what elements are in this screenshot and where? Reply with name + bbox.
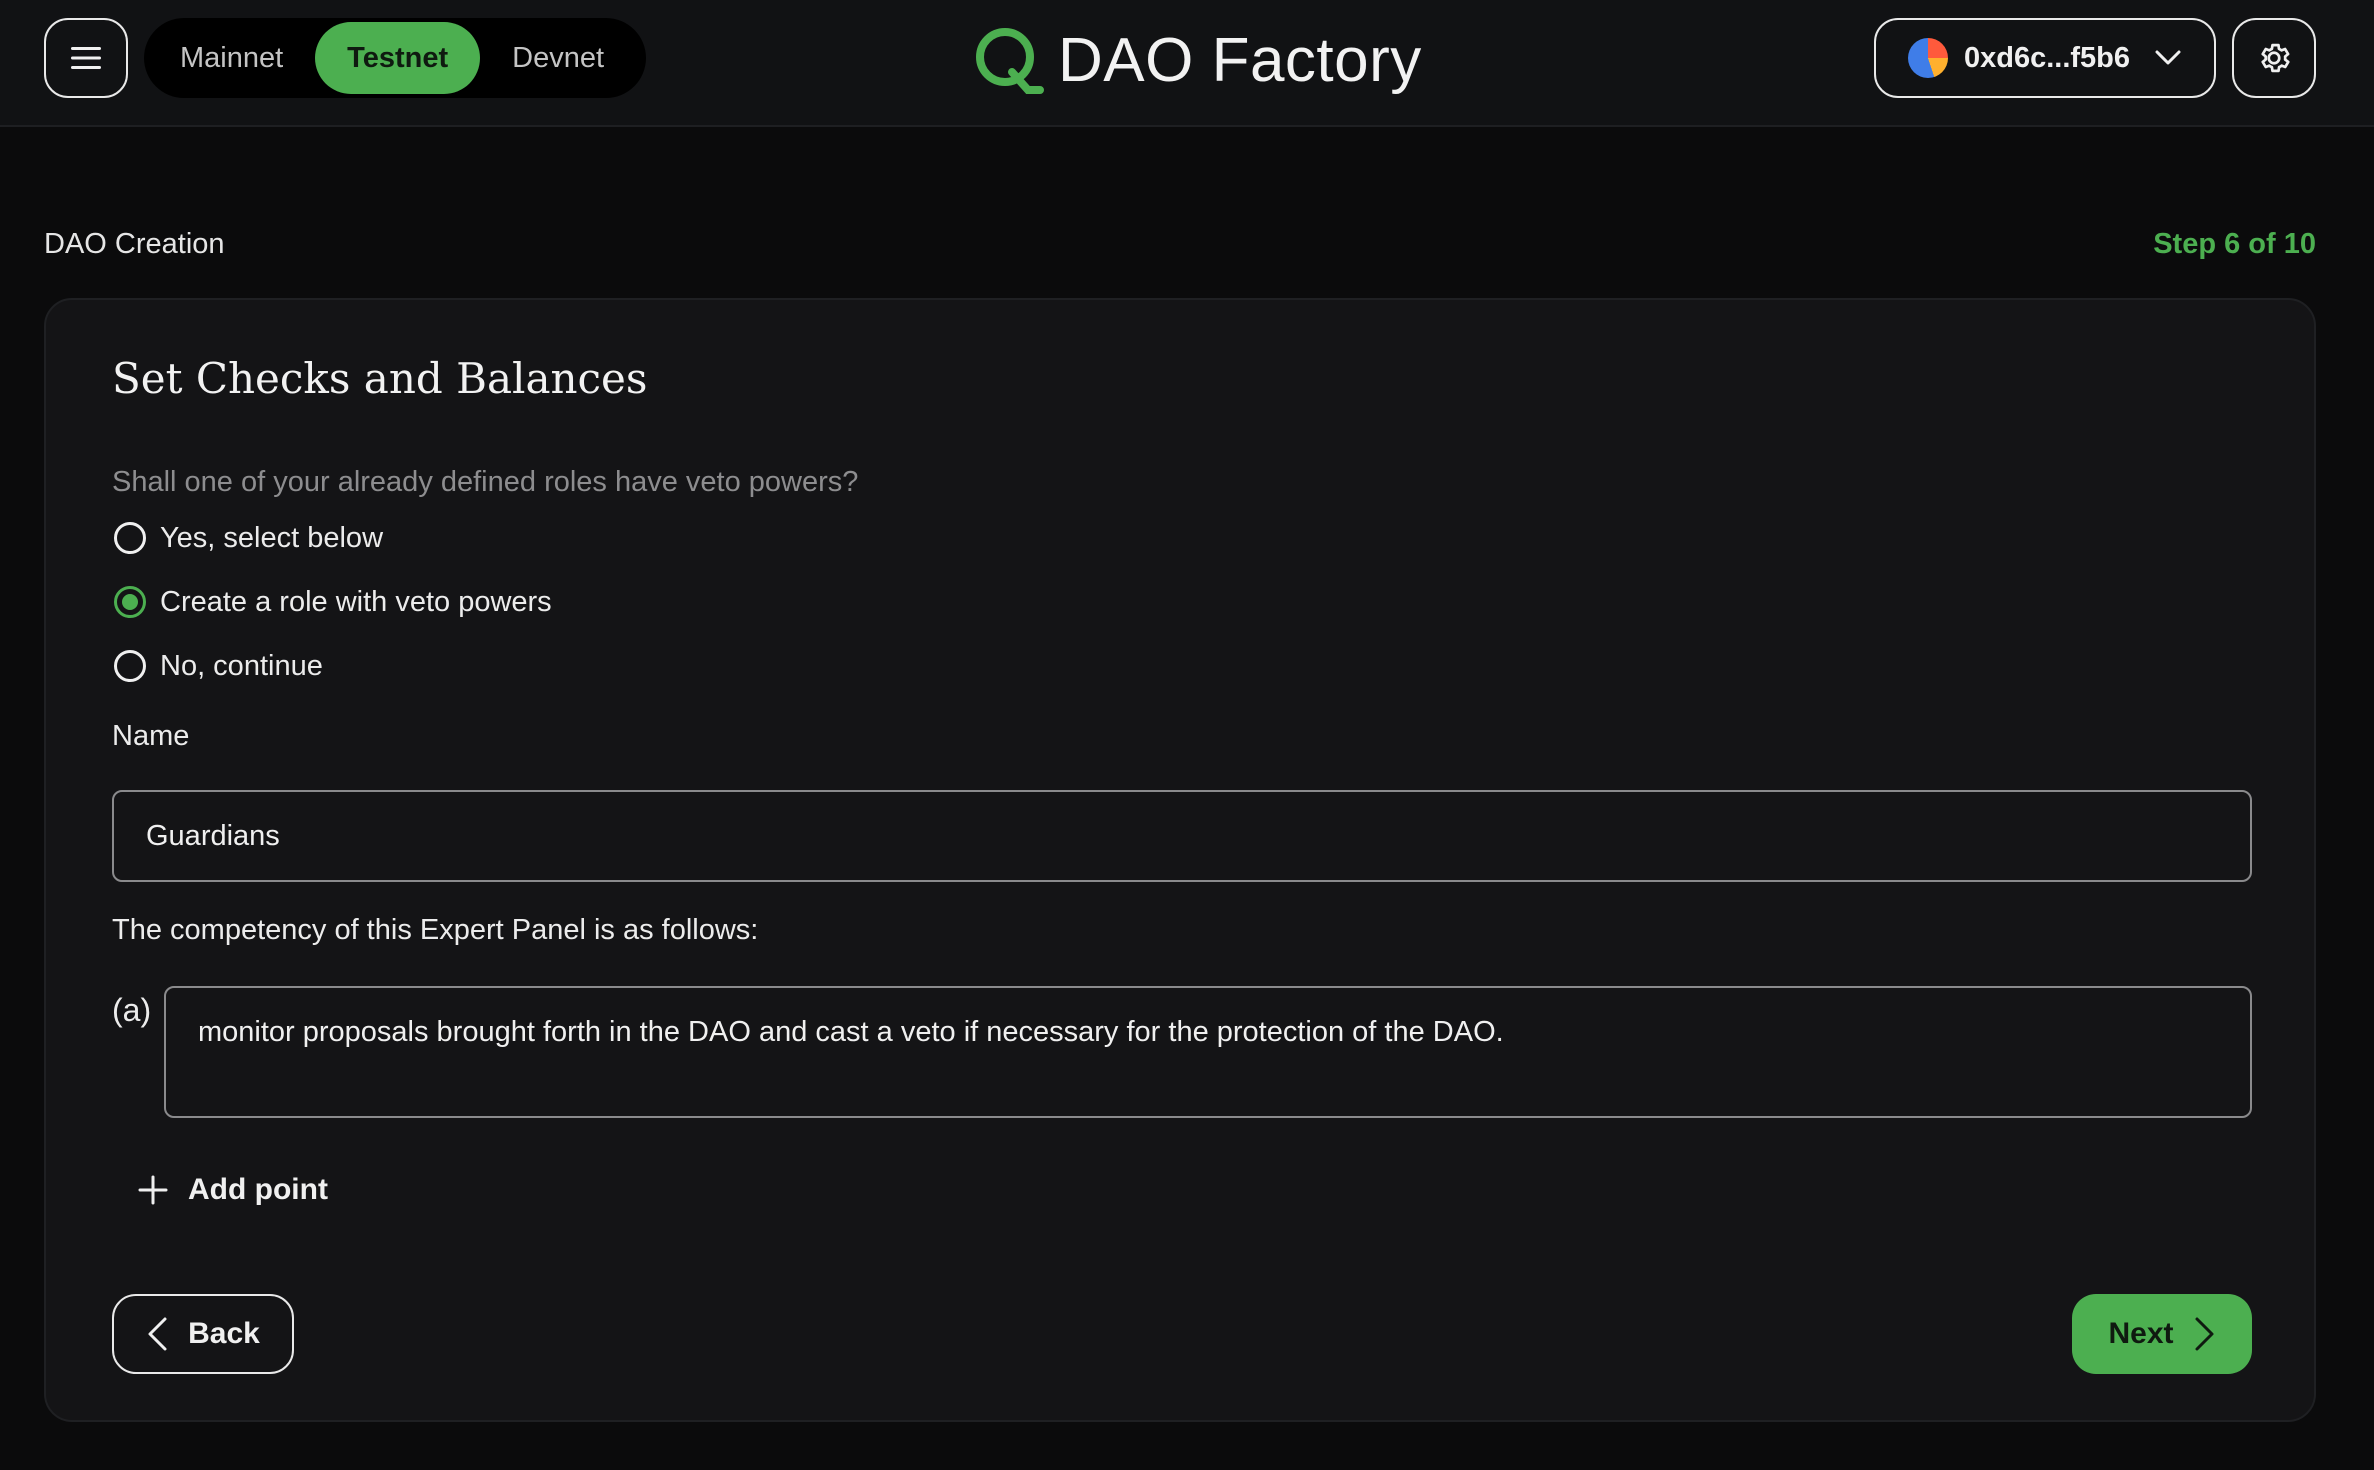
network-switcher: Mainnet Testnet Devnet — [144, 18, 646, 98]
add-point-label: Add point — [188, 1173, 328, 1206]
competency-label: The competency of this Expert Panel is a… — [112, 914, 759, 946]
wallet-address: 0xd6c...f5b6 — [1964, 41, 2131, 74]
next-button[interactable]: Next — [2072, 1294, 2252, 1374]
chevron-right-icon — [2194, 1316, 2216, 1352]
radio-label: Create a role with veto powers — [160, 585, 552, 618]
radio-button[interactable] — [114, 650, 146, 682]
menu-button[interactable] — [44, 18, 128, 98]
network-tab-testnet[interactable]: Testnet — [315, 22, 481, 94]
app-brand[interactable]: DAO Factory — [972, 20, 1422, 100]
radio-option-no[interactable]: No, continue — [114, 646, 323, 686]
wallet-account-button[interactable]: 0xd6c...f5b6 — [1874, 18, 2216, 98]
form-card: Set Checks and Balances Shall one of you… — [44, 298, 2316, 1422]
radio-option-create-role[interactable]: Create a role with veto powers — [114, 582, 552, 622]
chevron-left-icon — [146, 1316, 168, 1352]
name-input[interactable] — [112, 790, 2252, 882]
back-button[interactable]: Back — [112, 1294, 294, 1374]
q-logo-icon — [972, 24, 1044, 96]
form-title: Set Checks and Balances — [112, 354, 648, 403]
settings-button[interactable] — [2232, 18, 2316, 98]
radio-label: No, continue — [160, 649, 323, 682]
chevron-down-icon — [2154, 49, 2182, 67]
hamburger-menu-icon — [70, 46, 102, 70]
veto-question: Shall one of your already defined roles … — [112, 466, 859, 498]
wallet-avatar — [1908, 38, 1948, 78]
radio-button[interactable] — [114, 522, 146, 554]
network-tab-mainnet[interactable]: Mainnet — [148, 22, 315, 94]
radio-button-checked[interactable] — [114, 586, 146, 618]
top-header: Mainnet Testnet Devnet DAO Factory 0xd6c… — [0, 0, 2374, 127]
step-indicator: Step 6 of 10 — [2153, 228, 2316, 260]
name-field-label: Name — [112, 720, 190, 752]
point-marker: (a) — [112, 992, 152, 1028]
back-label: Back — [188, 1317, 260, 1350]
radio-option-yes[interactable]: Yes, select below — [114, 518, 383, 558]
plus-icon — [138, 1175, 168, 1205]
next-label: Next — [2108, 1317, 2174, 1350]
add-point-button[interactable]: Add point — [138, 1166, 328, 1214]
gear-icon — [2256, 40, 2292, 76]
app-title: DAO Factory — [1058, 25, 1422, 95]
network-tab-devnet[interactable]: Devnet — [480, 22, 636, 94]
radio-label: Yes, select below — [160, 521, 384, 554]
breadcrumb: DAO Creation — [44, 228, 225, 260]
competency-point-input[interactable]: monitor proposals brought forth in the D… — [164, 986, 2252, 1118]
